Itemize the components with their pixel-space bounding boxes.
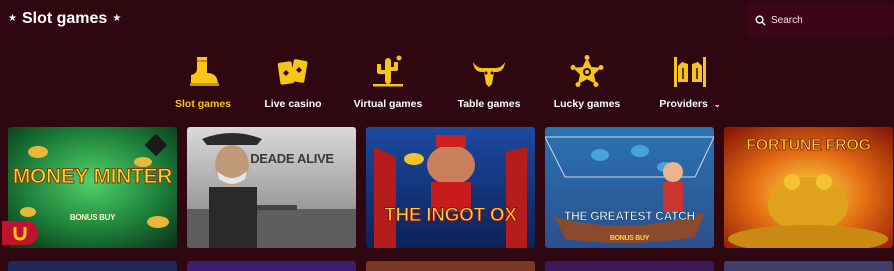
- horseshoe-icon: [13, 227, 27, 241]
- game-tile-deade-alive[interactable]: DEADE ALIVE: [187, 127, 356, 248]
- category-providers[interactable]: Providers ⌄: [645, 54, 735, 110]
- game-tile-partial[interactable]: [187, 261, 356, 271]
- game-thumbnail: [187, 127, 356, 248]
- bull-skull-icon: [473, 62, 505, 87]
- game-tile-partial[interactable]: [366, 261, 535, 271]
- sheriff-badge-icon: [570, 55, 604, 87]
- game-tile-fortune-frog[interactable]: FORTUNE FROG: [724, 127, 893, 248]
- game-tile-the-ingot-ox[interactable]: THE INGOT OX: [366, 127, 535, 248]
- boot-icon: [190, 57, 219, 86]
- category-table-games[interactable]: Table games: [444, 54, 534, 110]
- game-tile-the-greatest-catch[interactable]: THE GREATEST CATCH BONUS BUY: [545, 127, 714, 248]
- game-thumbnail: [545, 127, 714, 248]
- chevron-down-icon: ⌄: [713, 99, 721, 109]
- game-thumbnail: [366, 127, 535, 248]
- star-icon: ★: [8, 13, 17, 24]
- category-nav: Slot games Live casino Virtual games Tab…: [168, 54, 738, 116]
- lucky-horseshoe-button[interactable]: [2, 221, 38, 245]
- category-live-casino[interactable]: Live casino: [248, 54, 338, 110]
- cards-icon: [277, 59, 308, 85]
- saloon-doors-icon: [674, 57, 706, 87]
- search-icon: [755, 15, 766, 26]
- game-tile-partial[interactable]: [545, 261, 714, 271]
- game-tile-partial[interactable]: [724, 261, 893, 271]
- category-lucky-games[interactable]: Lucky games: [542, 54, 632, 110]
- cactus-icon: [373, 55, 403, 87]
- category-virtual-games[interactable]: Virtual games: [343, 54, 433, 110]
- providers-label: Providers ⌄: [659, 98, 721, 110]
- search-input[interactable]: Search: [746, 4, 894, 36]
- star-icon: ★: [112, 13, 122, 24]
- game-tile-partial[interactable]: [8, 261, 177, 271]
- category-slot-games[interactable]: Slot games: [158, 54, 248, 110]
- page-title: ★ Slot games ★: [8, 10, 122, 27]
- header: ★ Slot games ★ Search: [0, 0, 894, 44]
- game-grid: MONEY MINTER BONUS BUY DEADE ALIVE THE I…: [8, 127, 894, 271]
